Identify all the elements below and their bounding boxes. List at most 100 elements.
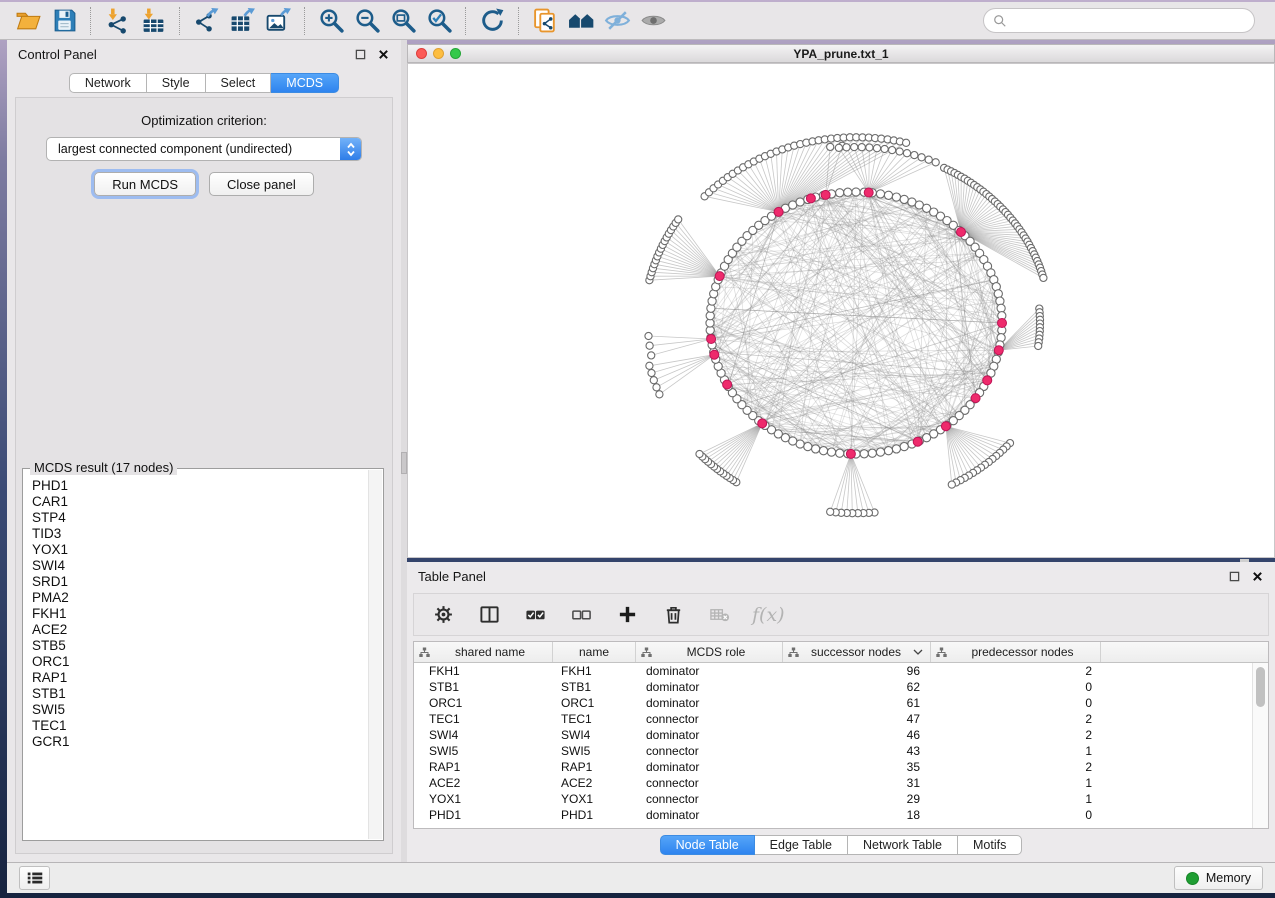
tab-network-table[interactable]: Network Table: [848, 835, 958, 855]
settings-gear-icon[interactable]: [430, 602, 456, 628]
mcds-result-item[interactable]: YOX1: [32, 542, 367, 558]
cell-name[interactable]: SWI4: [553, 728, 636, 742]
mcds-result-item[interactable]: SWI5: [32, 702, 367, 718]
mcds-result-item[interactable]: FKH1: [32, 606, 367, 622]
table-row[interactable]: FKH1FKH1dominator962: [414, 663, 1252, 679]
cell-predecessor-nodes[interactable]: 0: [931, 680, 1101, 694]
zoom-selected-icon[interactable]: [421, 5, 457, 37]
close-panel-icon[interactable]: [1250, 569, 1264, 583]
close-panel-icon[interactable]: [376, 47, 390, 61]
cell-name[interactable]: PHD1: [553, 808, 636, 822]
cell-predecessor-nodes[interactable]: 2: [931, 728, 1101, 742]
column-header-mcds-role[interactable]: MCDS role: [636, 642, 783, 662]
mcds-result-item[interactable]: SWI4: [32, 558, 367, 574]
export-network-icon[interactable]: [188, 5, 224, 37]
mcds-result-item[interactable]: ACE2: [32, 622, 367, 638]
cell-mcds-role[interactable]: dominator: [636, 808, 783, 822]
scrollbar-thumb[interactable]: [1256, 667, 1265, 707]
cell-successor-nodes[interactable]: 62: [783, 680, 931, 694]
cell-name[interactable]: RAP1: [553, 760, 636, 774]
cell-successor-nodes[interactable]: 46: [783, 728, 931, 742]
optimization-criterion-select[interactable]: largest connected component (undirected): [46, 137, 362, 161]
float-panel-icon[interactable]: [1227, 569, 1241, 583]
cell-mcds-role[interactable]: dominator: [636, 728, 783, 742]
delete-column-icon[interactable]: [660, 602, 686, 628]
select-all-rows-icon[interactable]: [522, 602, 548, 628]
deselect-all-rows-icon[interactable]: [568, 602, 594, 628]
cell-successor-nodes[interactable]: 31: [783, 776, 931, 790]
tab-style[interactable]: Style: [147, 73, 206, 93]
cell-predecessor-nodes[interactable]: 2: [931, 760, 1101, 774]
mcds-result-item[interactable]: PMA2: [32, 590, 367, 606]
column-visibility-icon[interactable]: [476, 602, 502, 628]
cell-shared-name[interactable]: YOX1: [414, 792, 553, 806]
first-neighbors-icon[interactable]: [563, 5, 599, 37]
export-image-icon[interactable]: [260, 5, 296, 37]
column-header-name[interactable]: name: [553, 642, 636, 662]
cell-mcds-role[interactable]: connector: [636, 712, 783, 726]
cell-predecessor-nodes[interactable]: 1: [931, 792, 1101, 806]
open-file-icon[interactable]: [10, 5, 46, 37]
mcds-result-item[interactable]: STP4: [32, 510, 367, 526]
export-table-icon[interactable]: [224, 5, 260, 37]
mcds-result-item[interactable]: TID3: [32, 526, 367, 542]
cell-successor-nodes[interactable]: 47: [783, 712, 931, 726]
duplicate-network-icon[interactable]: [527, 5, 563, 37]
delete-table-icon[interactable]: [706, 602, 732, 628]
cell-mcds-role[interactable]: dominator: [636, 760, 783, 774]
cell-predecessor-nodes[interactable]: 0: [931, 808, 1101, 822]
zoom-out-icon[interactable]: [349, 5, 385, 37]
hide-selected-icon[interactable]: [599, 5, 635, 37]
mcds-result-item[interactable]: STB5: [32, 638, 367, 654]
tab-edge-table[interactable]: Edge Table: [755, 835, 848, 855]
mcds-result-item[interactable]: CAR1: [32, 494, 367, 510]
cell-successor-nodes[interactable]: 61: [783, 696, 931, 710]
cell-mcds-role[interactable]: dominator: [636, 696, 783, 710]
close-panel-button[interactable]: Close panel: [209, 172, 314, 196]
cell-shared-name[interactable]: SWI5: [414, 744, 553, 758]
cell-successor-nodes[interactable]: 43: [783, 744, 931, 758]
cell-shared-name[interactable]: FKH1: [414, 664, 553, 678]
table-row[interactable]: PHD1PHD1dominator180: [414, 807, 1252, 823]
cell-name[interactable]: SWI5: [553, 744, 636, 758]
mcds-result-item[interactable]: ORC1: [32, 654, 367, 670]
import-network-icon[interactable]: [99, 5, 135, 37]
mcds-result-item[interactable]: GCR1: [32, 734, 367, 750]
cell-successor-nodes[interactable]: 18: [783, 808, 931, 822]
mcds-result-list[interactable]: PHD1CAR1STP4TID3YOX1SWI4SRD1PMA2FKH1ACE2…: [24, 472, 367, 839]
mcds-result-item[interactable]: SRD1: [32, 574, 367, 590]
tab-select[interactable]: Select: [206, 73, 272, 93]
cell-mcds-role[interactable]: connector: [636, 744, 783, 758]
table-row[interactable]: ORC1ORC1dominator610: [414, 695, 1252, 711]
cell-name[interactable]: ACE2: [553, 776, 636, 790]
search-input[interactable]: [1012, 14, 1245, 28]
network-canvas[interactable]: [407, 63, 1275, 558]
cell-shared-name[interactable]: SWI4: [414, 728, 553, 742]
cell-name[interactable]: STB1: [553, 680, 636, 694]
cell-name[interactable]: ORC1: [553, 696, 636, 710]
cell-shared-name[interactable]: STB1: [414, 680, 553, 694]
table-row[interactable]: ACE2ACE2connector311: [414, 775, 1252, 791]
tab-node-table[interactable]: Node Table: [660, 835, 755, 855]
add-column-icon[interactable]: [614, 602, 640, 628]
cell-name[interactable]: FKH1: [553, 664, 636, 678]
table-row[interactable]: RAP1RAP1dominator352: [414, 759, 1252, 775]
table-row[interactable]: TEC1TEC1connector472: [414, 711, 1252, 727]
table-row[interactable]: SWI4SWI4dominator462: [414, 727, 1252, 743]
search-field[interactable]: [983, 8, 1255, 33]
mcds-result-scrollbar[interactable]: [368, 470, 382, 839]
cell-mcds-role[interactable]: connector: [636, 792, 783, 806]
float-panel-icon[interactable]: [353, 47, 367, 61]
cell-shared-name[interactable]: TEC1: [414, 712, 553, 726]
run-mcds-button[interactable]: Run MCDS: [94, 172, 196, 196]
cell-shared-name[interactable]: PHD1: [414, 808, 553, 822]
cell-mcds-role[interactable]: dominator: [636, 680, 783, 694]
tab-motifs[interactable]: Motifs: [958, 835, 1022, 855]
cell-mcds-role[interactable]: dominator: [636, 664, 783, 678]
mcds-result-item[interactable]: PHD1: [32, 478, 367, 494]
refresh-layout-icon[interactable]: [474, 5, 510, 37]
cell-successor-nodes[interactable]: 29: [783, 792, 931, 806]
tab-network[interactable]: Network: [69, 73, 147, 93]
save-session-icon[interactable]: [46, 5, 82, 37]
zoom-fit-icon[interactable]: [385, 5, 421, 37]
